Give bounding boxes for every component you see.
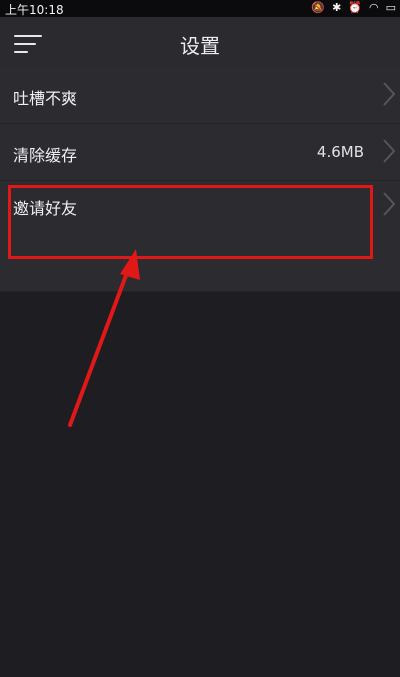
chevron-right-icon [383, 139, 396, 163]
wifi-icon: ◠ [368, 1, 379, 14]
nav-bar: 设置 [0, 17, 400, 67]
status-icons: 🔕 ✱ ⏰ ◠ ▭ [311, 1, 396, 15]
status-time: 上午10:18 [5, 3, 64, 17]
cache-size-value: 4.6MB [316, 143, 364, 161]
status-bar: 上午10:18 🔕 ✱ ⏰ ◠ ▭ [0, 0, 400, 17]
chevron-right-icon [383, 192, 396, 216]
settings-item-label: 吐槽不爽 [13, 89, 78, 108]
settings-item-feedback[interactable]: 吐槽不爽 [0, 67, 400, 124]
settings-item-label: 清除缓存 [13, 146, 78, 165]
page-title: 设置 [180, 34, 220, 58]
highlight-box [8, 185, 373, 259]
alarm-icon: ⏰ [348, 1, 362, 14]
settings-item-clear-cache[interactable]: 清除缓存 4.6MB [0, 124, 400, 181]
silent-icon: 🔕 [311, 1, 326, 14]
bluetooth-icon: ✱ [332, 1, 342, 14]
battery-icon: ▭ [385, 1, 396, 14]
chevron-right-icon [383, 82, 396, 106]
